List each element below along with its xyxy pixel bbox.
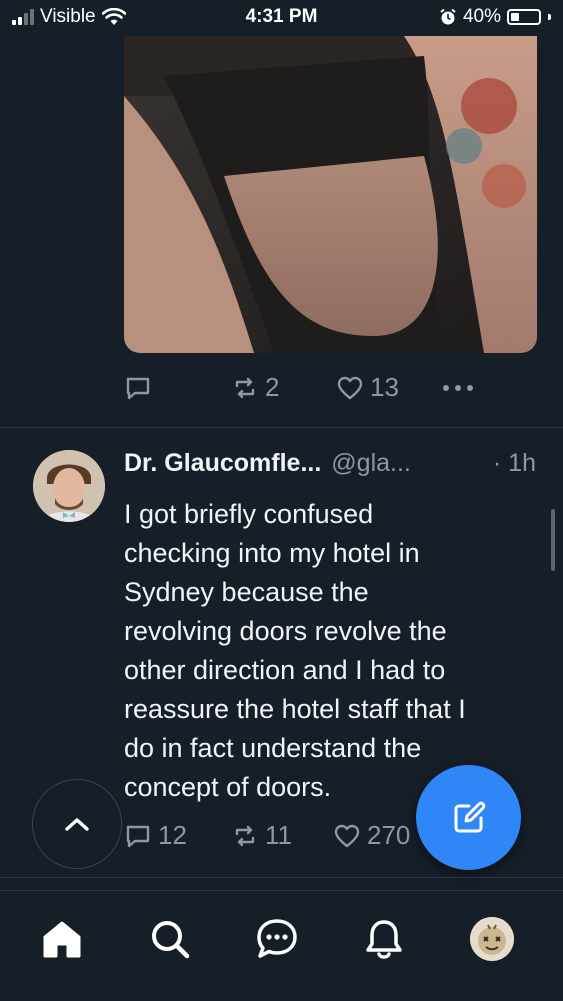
- like-button-2[interactable]: 270: [333, 820, 410, 851]
- heart-icon: [337, 376, 363, 399]
- tab-search[interactable]: [146, 915, 194, 963]
- chevron-up-icon: [65, 818, 89, 831]
- feed-divider: [0, 877, 563, 878]
- battery-percent: 40%: [462, 6, 501, 27]
- like-count: 13: [370, 372, 399, 402]
- alarm-icon: [440, 8, 456, 25]
- tab-notifications[interactable]: [360, 915, 408, 963]
- post-time: · 1h: [492, 449, 536, 477]
- retweet-icon: [235, 825, 255, 846]
- compose-icon: [454, 801, 485, 832]
- scroll-to-top-button[interactable]: [32, 779, 122, 869]
- post-header: Dr. Glaucomfle... @gla... · 1h: [124, 449, 544, 478]
- retweet-icon: [235, 377, 255, 398]
- author-avatar[interactable]: [33, 450, 105, 522]
- status-right: 40%: [439, 6, 551, 28]
- retweet-button-2[interactable]: 11: [231, 820, 292, 851]
- more-options-button[interactable]: [442, 384, 474, 392]
- scrollbar[interactable]: [551, 509, 555, 571]
- retweet-count: 11: [265, 820, 292, 850]
- tab-bar: [0, 890, 563, 1001]
- tab-messages[interactable]: [253, 915, 301, 963]
- home-icon: [43, 921, 81, 958]
- handle[interactable]: @gla...: [331, 449, 411, 478]
- like-count: 270: [367, 820, 411, 850]
- battery-icon: [507, 9, 541, 25]
- post-media-image[interactable]: [124, 36, 537, 353]
- reply-icon: [126, 377, 150, 400]
- heart-icon: [334, 824, 360, 847]
- profile-avatar: [470, 917, 514, 961]
- retweet-count: 2: [265, 372, 280, 402]
- post-text: I got briefly confused checking into my …: [124, 499, 466, 802]
- status-bar: Visible 4:31 PM 40%: [0, 0, 563, 36]
- tab-profile[interactable]: [468, 915, 516, 963]
- bell-icon: [366, 920, 402, 959]
- search-icon: [152, 921, 190, 959]
- post-divider: [0, 427, 563, 428]
- tab-home[interactable]: [38, 915, 86, 963]
- display-name[interactable]: Dr. Glaucomfle...: [124, 449, 321, 478]
- more-icon: [443, 385, 473, 391]
- retweet-button[interactable]: 2: [231, 372, 279, 403]
- reply-count: 12: [158, 820, 187, 850]
- reply-icon: [126, 825, 150, 847]
- messages-icon: [257, 919, 297, 958]
- reply-button-2[interactable]: 12: [124, 820, 187, 851]
- like-button[interactable]: 13: [336, 372, 399, 403]
- reply-button[interactable]: [124, 374, 152, 402]
- compose-button[interactable]: [416, 765, 521, 870]
